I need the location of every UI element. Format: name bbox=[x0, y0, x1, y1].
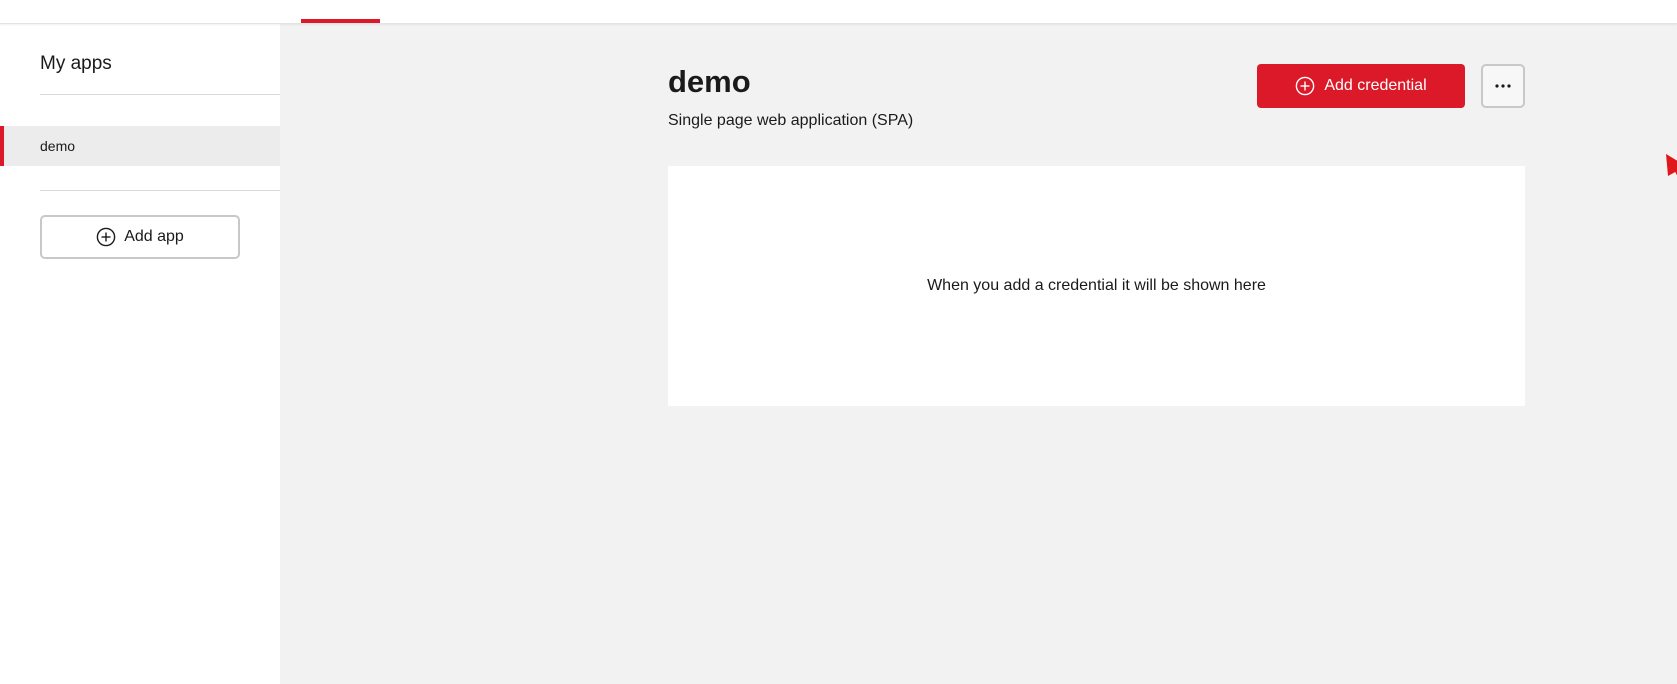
page-title: demo bbox=[668, 64, 751, 99]
sidebar-divider bbox=[40, 94, 280, 95]
app-type-subtitle: Single page web application (SPA) bbox=[668, 112, 914, 129]
more-options-button[interactable] bbox=[1481, 64, 1525, 108]
more-horizontal-icon bbox=[1494, 83, 1512, 89]
add-app-button[interactable]: Add app bbox=[40, 215, 240, 259]
add-app-label: Add app bbox=[124, 228, 184, 245]
plus-circle-icon bbox=[1295, 76, 1315, 96]
sidebar-item-demo[interactable]: demo bbox=[0, 126, 280, 166]
main-content: demo Single page web application (SPA) A… bbox=[280, 24, 1677, 684]
plus-circle-icon bbox=[96, 227, 116, 247]
add-credential-label: Add credential bbox=[1324, 77, 1427, 94]
sidebar-title: My apps bbox=[40, 53, 112, 74]
annotation-arrow-icon bbox=[1666, 154, 1677, 176]
sidebar-item-label: demo bbox=[40, 138, 76, 154]
active-tab-indicator bbox=[301, 19, 380, 23]
sidebar-divider bbox=[40, 190, 280, 191]
empty-state-message: When you add a credential it will be sho… bbox=[927, 277, 1266, 294]
credentials-panel: When you add a credential it will be sho… bbox=[668, 166, 1525, 406]
add-credential-button[interactable]: Add credential bbox=[1257, 64, 1465, 108]
sidebar: My apps demo Add app bbox=[0, 24, 280, 684]
top-navigation bbox=[0, 0, 1677, 24]
